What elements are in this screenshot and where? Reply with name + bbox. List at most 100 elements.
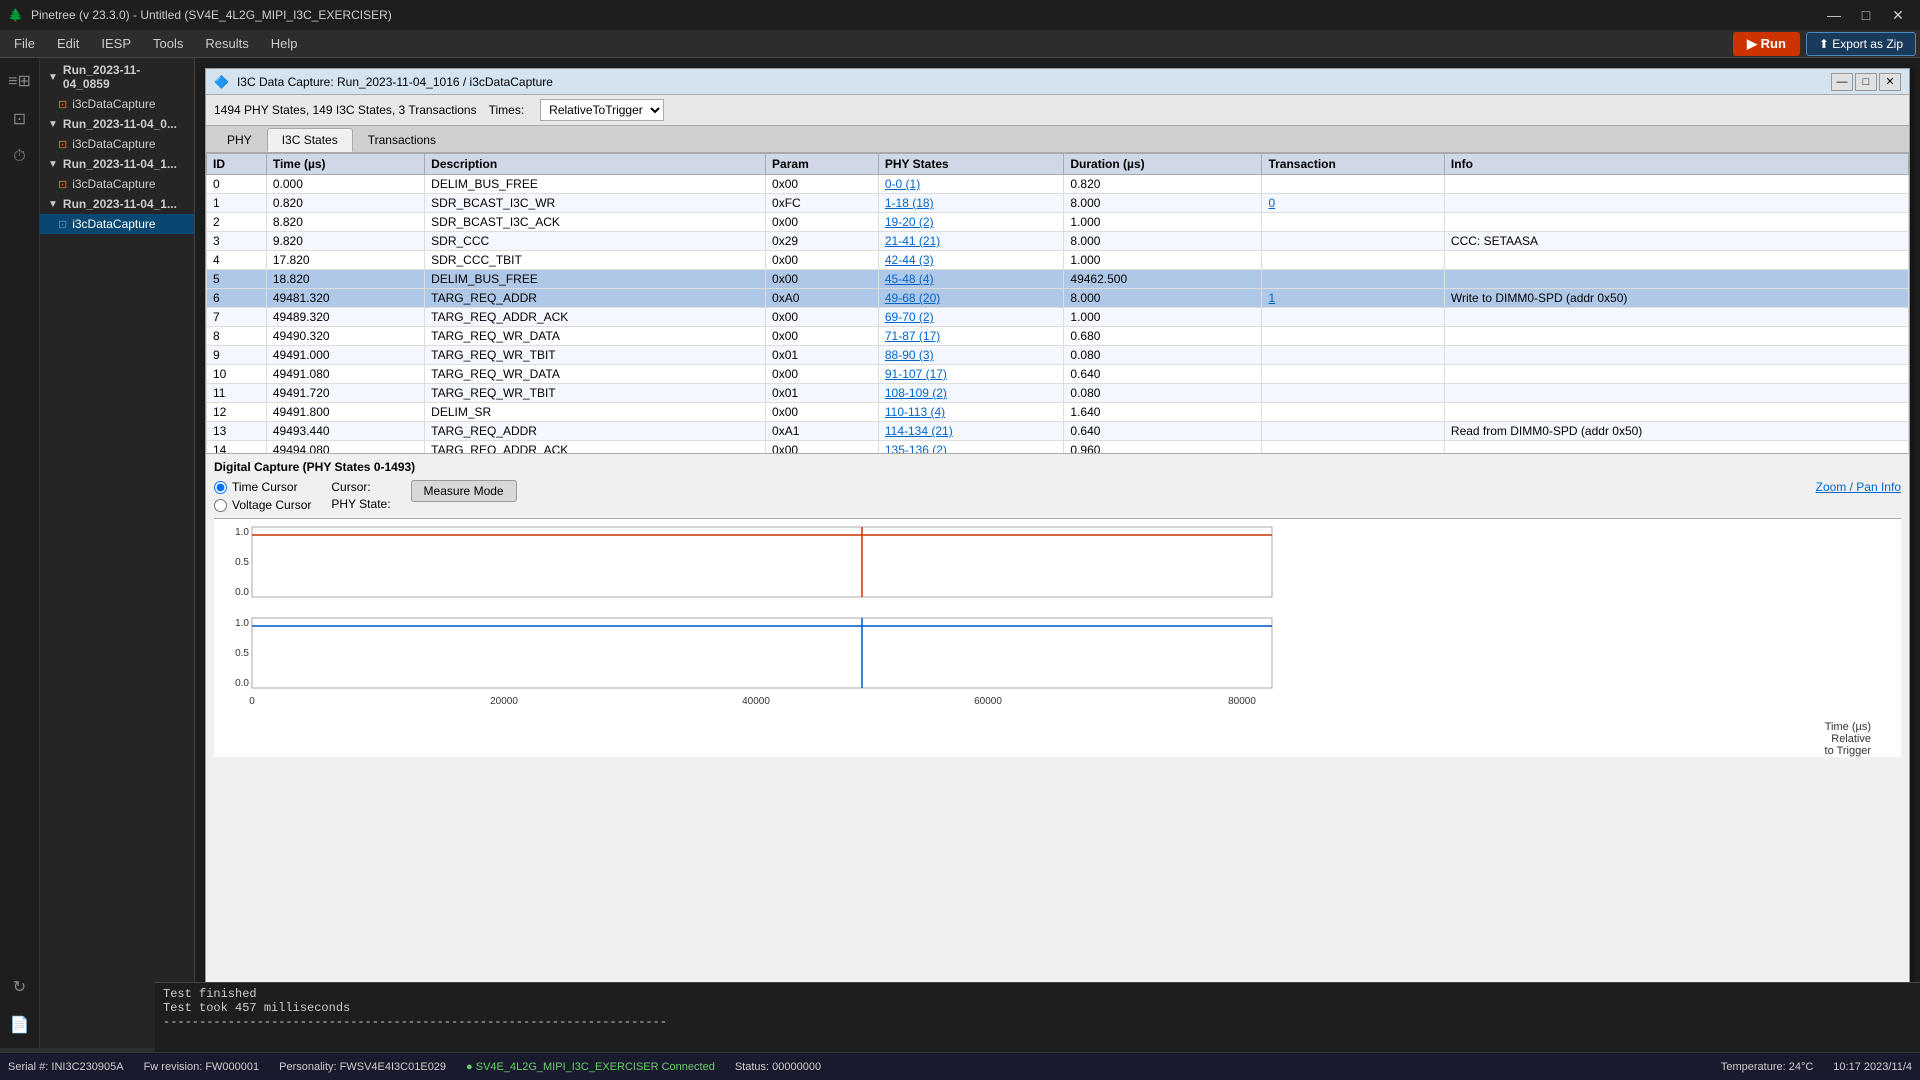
table-row[interactable]: 1249491.800DELIM_SR0x00110-113 (4)1.640	[207, 403, 1909, 422]
dc-info-bar: 1494 PHY States, 149 I3C States, 3 Trans…	[206, 95, 1909, 126]
scl-y-0: 0.0	[235, 678, 249, 689]
table-cell-2: TARG_REQ_ADDR	[425, 422, 766, 441]
table-header-row: ID Time (µs) Description Param PHY State…	[207, 154, 1909, 175]
table-cell-5: 1.640	[1064, 403, 1262, 422]
table-cell-6	[1262, 270, 1444, 289]
to-trigger-label: to Trigger	[1825, 745, 1871, 757]
table-cell-3: 0x00	[766, 327, 879, 346]
table-row[interactable]: 849490.320TARG_REQ_WR_DATA0x0071-87 (17)…	[207, 327, 1909, 346]
table-cell-2: TARG_REQ_WR_DATA	[425, 365, 766, 384]
temperature: Temperature: 24°C	[1721, 1061, 1813, 1073]
dc-minimize-button[interactable]: —	[1831, 73, 1853, 91]
dc-maximize-button[interactable]: □	[1855, 73, 1877, 91]
dc-tab-i3c[interactable]: I3C States	[267, 128, 353, 152]
table-cell-2: TARG_REQ_ADDR	[425, 289, 766, 308]
table-row[interactable]: 10.820SDR_BCAST_I3C_WR0xFC1-18 (18)8.000…	[207, 194, 1909, 213]
table-cell-0: 2	[207, 213, 267, 232]
run-button[interactable]: ▶ Run	[1733, 32, 1800, 56]
dc-window-icon: 🔷	[214, 75, 229, 89]
table-cell-7: Write to DIMM0-SPD (addr 0x50)	[1444, 289, 1908, 308]
console-line-0: Test finished	[163, 987, 1912, 1001]
table-cell-5: 1.000	[1064, 213, 1262, 232]
table-cell-1: 49493.440	[266, 422, 424, 441]
table-cell-1: 9.820	[266, 232, 424, 251]
relative-label: Relative	[1831, 733, 1871, 745]
menu-tools[interactable]: Tools	[143, 34, 193, 53]
table-cell-1: 49490.320	[266, 327, 424, 346]
minimize-button[interactable]: —	[1820, 5, 1848, 25]
table-row[interactable]: 749489.320TARG_REQ_ADDR_ACK0x0069-70 (2)…	[207, 308, 1909, 327]
time-us-label: Time (µs)	[1825, 721, 1871, 733]
table-cell-6	[1262, 422, 1444, 441]
col-transaction: Transaction	[1262, 154, 1444, 175]
times-select[interactable]: RelativeToTrigger Absolute	[540, 99, 664, 121]
table-row[interactable]: 1149491.720TARG_REQ_WR_TBIT0x01108-109 (…	[207, 384, 1909, 403]
table-row[interactable]: 00.000DELIM_BUS_FREE0x000-0 (1)0.820	[207, 175, 1909, 194]
dc-table-container[interactable]: ID Time (µs) Description Param PHY State…	[206, 153, 1909, 453]
table-cell-2: DELIM_BUS_FREE	[425, 270, 766, 289]
layers-icon-btn[interactable]: ≡⊞	[5, 66, 35, 96]
maximize-button[interactable]: □	[1852, 5, 1880, 25]
dc-tab-phy[interactable]: PHY	[212, 128, 267, 152]
close-button[interactable]: ✕	[1884, 5, 1912, 25]
table-row[interactable]: 1349493.440TARG_REQ_ADDR0xA1114-134 (21)…	[207, 422, 1909, 441]
table-row[interactable]: 28.820SDR_BCAST_I3C_ACK0x0019-20 (2)1.00…	[207, 213, 1909, 232]
app-icon: 🌲	[8, 8, 23, 22]
time-cursor-radio[interactable]: Time Cursor	[214, 480, 311, 494]
menu-edit[interactable]: Edit	[47, 34, 89, 53]
connected-status: ● SV4E_4L2G_MIPI_I3C_EXERCISER Connected	[466, 1061, 715, 1073]
col-info: Info	[1444, 154, 1908, 175]
dc-titlebar: 🔷 I3C Data Capture: Run_2023-11-04_1016 …	[206, 69, 1909, 95]
table-cell-5: 0.080	[1064, 346, 1262, 365]
table-row[interactable]: 417.820SDR_CCC_TBIT0x0042-44 (3)1.000	[207, 251, 1909, 270]
filter-icon-btn[interactable]: ⊡	[5, 104, 35, 134]
table-cell-4: 19-20 (2)	[878, 213, 1064, 232]
time-cursor-input[interactable]	[214, 481, 227, 494]
table-cell-0: 1	[207, 194, 267, 213]
zoom-pan-link[interactable]: Zoom / Pan Info	[1816, 480, 1901, 494]
sidebar-group-run-1004b[interactable]: ▼ Run_2023-11-04_0...	[40, 114, 194, 134]
table-cell-7	[1444, 327, 1908, 346]
table-cell-4: 49-68 (20)	[878, 289, 1064, 308]
sidebar-group-run-1004d[interactable]: ▼ Run_2023-11-04_1...	[40, 194, 194, 214]
measure-mode-button[interactable]: Measure Mode	[411, 480, 517, 502]
table-cell-4: 69-70 (2)	[878, 308, 1064, 327]
refresh-icon-btn[interactable]: ↻	[5, 972, 35, 1002]
table-cell-6	[1262, 327, 1444, 346]
table-row[interactable]: 39.820SDR_CCC0x2921-41 (21)8.000CCC: SET…	[207, 232, 1909, 251]
sidebar-group-label: Run_2023-11-04_1...	[63, 197, 177, 211]
dc-tab-transactions[interactable]: Transactions	[353, 128, 451, 152]
voltage-cursor-input[interactable]	[214, 499, 227, 512]
table-cell-7	[1444, 346, 1908, 365]
table-cell-0: 13	[207, 422, 267, 441]
table-row[interactable]: 949491.000TARG_REQ_WR_TBIT0x0188-90 (3)0…	[207, 346, 1909, 365]
sidebar-item-i3c-1[interactable]: ⊡ i3cDataCapture	[40, 134, 194, 154]
table-cell-3: 0x00	[766, 175, 879, 194]
clock-icon-btn[interactable]: ⏱	[5, 142, 35, 172]
table-row[interactable]: 518.820DELIM_BUS_FREE0x0045-48 (4)49462.…	[207, 270, 1909, 289]
sidebar-group-run-0859[interactable]: ▼ Run_2023-11-04_0859	[40, 60, 194, 94]
table-row[interactable]: 1449494.080TARG_REQ_ADDR_ACK0x00135-136 …	[207, 441, 1909, 454]
sidebar-group-run-1004c[interactable]: ▼ Run_2023-11-04_1...	[40, 154, 194, 174]
table-row[interactable]: 649481.320TARG_REQ_ADDR0xA049-68 (20)8.0…	[207, 289, 1909, 308]
table-cell-7: CCC: SETAASA	[1444, 232, 1908, 251]
table-cell-2: TARG_REQ_ADDR_ACK	[425, 308, 766, 327]
dc-close-button[interactable]: ✕	[1879, 73, 1901, 91]
sidebar-item-i3c-2[interactable]: ⊡ i3cDataCapture	[40, 174, 194, 194]
log-icon-btn[interactable]: 📄	[5, 1010, 35, 1040]
voltage-cursor-radio[interactable]: Voltage Cursor	[214, 498, 311, 512]
export-zip-button[interactable]: ⬆ Export as Zip	[1806, 32, 1916, 56]
table-row[interactable]: 1049491.080TARG_REQ_WR_DATA0x0091-107 (1…	[207, 365, 1909, 384]
scl-chart-wrapper: SCL 1.0 0.5 0.0 0 20000	[214, 610, 1901, 721]
table-cell-1: 49491.800	[266, 403, 424, 422]
menu-help[interactable]: Help	[261, 34, 308, 53]
sidebar-item-i3c-0[interactable]: ⊡ i3cDataCapture	[40, 94, 194, 114]
table-cell-3: 0x00	[766, 308, 879, 327]
table-cell-6: 0	[1262, 194, 1444, 213]
menu-iesp[interactable]: IESP	[91, 34, 141, 53]
menu-results[interactable]: Results	[195, 34, 258, 53]
col-duration: Duration (µs)	[1064, 154, 1262, 175]
sidebar-item-i3c-3[interactable]: ⊡ i3cDataCapture	[40, 214, 194, 234]
table-cell-3: 0x00	[766, 441, 879, 454]
menu-file[interactable]: File	[4, 34, 45, 53]
